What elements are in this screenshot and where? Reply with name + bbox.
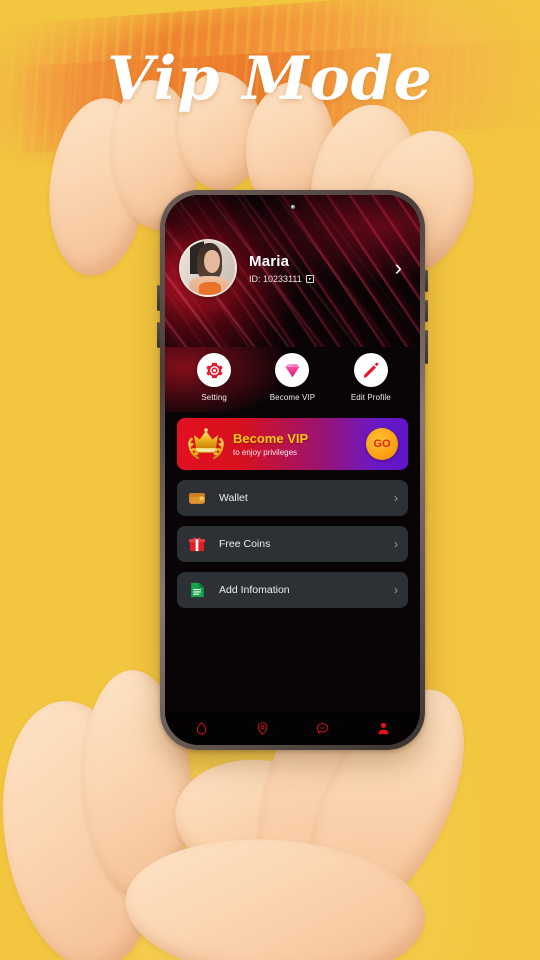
- vip-banner-wrapper: Become VIP to enjoy privileges GO: [165, 412, 420, 470]
- profile-row[interactable]: Maria ID: 10233111 ›: [165, 239, 420, 297]
- phone-screen: Maria ID: 10233111 › Setting Become VIP …: [165, 195, 420, 745]
- action-become-vip-label: Become VIP: [269, 393, 316, 402]
- nav-item-messages[interactable]: [301, 721, 345, 736]
- become-vip-icon-circle: [275, 353, 310, 387]
- action-edit-profile[interactable]: Edit Profile: [338, 353, 404, 402]
- chat-bubble-icon: [317, 722, 329, 733]
- diamond-heart-icon: [285, 363, 300, 377]
- crown-laurel-icon: [185, 424, 227, 464]
- profile-header: Maria ID: 10233111 ›: [165, 195, 420, 347]
- menu-item-free-coins[interactable]: Free Coins ›: [177, 526, 408, 562]
- chevron-right-icon: ›: [394, 583, 398, 597]
- menu-item-wallet[interactable]: Wallet ›: [177, 480, 408, 516]
- menu-list: Wallet › Free Coins › Add Infomation ›: [165, 470, 420, 618]
- volume-down-button[interactable]: [157, 322, 160, 348]
- profile-id-row[interactable]: ID: 10233111: [249, 274, 395, 284]
- phone-mockup: Maria ID: 10233111 › Setting Become VIP …: [157, 190, 428, 750]
- action-setting[interactable]: Setting: [181, 353, 247, 402]
- vip-banner-subtitle: to enjoy privileges: [233, 448, 298, 457]
- side-button-1[interactable]: [425, 270, 428, 292]
- menu-item-wallet-label: Wallet: [219, 492, 248, 504]
- flame-icon: [196, 721, 207, 735]
- menu-item-add-information[interactable]: Add Infomation ›: [177, 572, 408, 608]
- volume-up-button[interactable]: [157, 285, 160, 311]
- pencil-icon: [364, 362, 379, 378]
- quick-actions: Setting Become VIP Edit Profile: [165, 347, 420, 412]
- gear-icon: [206, 362, 223, 378]
- chevron-right-icon: ›: [394, 537, 398, 551]
- action-become-vip[interactable]: Become VIP: [259, 353, 325, 402]
- nav-item-profile[interactable]: [362, 721, 406, 736]
- menu-item-free-coins-label: Free Coins: [219, 538, 271, 550]
- front-camera-icon: [289, 204, 296, 210]
- action-edit-profile-label: Edit Profile: [350, 393, 391, 402]
- vip-banner-text: Become VIP to enjoy privileges: [233, 431, 366, 457]
- avatar[interactable]: [179, 239, 237, 297]
- profile-name-block: Maria ID: 10233111: [249, 253, 395, 284]
- action-setting-label: Setting: [201, 393, 227, 402]
- profile-name: Maria: [249, 252, 290, 270]
- page-title: Vip Mode: [107, 44, 433, 114]
- vip-banner[interactable]: Become VIP to enjoy privileges GO: [177, 418, 408, 470]
- edit-profile-icon-circle: [353, 353, 388, 387]
- profile-chevron-right-icon[interactable]: ›: [395, 257, 406, 279]
- nav-item-nearby[interactable]: [240, 721, 284, 736]
- bottom-navigation: [165, 711, 420, 745]
- side-button-2[interactable]: [425, 300, 428, 322]
- copy-icon[interactable]: [305, 274, 314, 283]
- vip-banner-title: Become VIP: [233, 431, 309, 446]
- power-button[interactable]: [425, 330, 428, 364]
- profile-id-text: ID: 10233111: [249, 273, 302, 284]
- screen-filler: [165, 618, 420, 711]
- wallet-icon: [187, 488, 207, 508]
- location-pin-icon: [257, 721, 268, 735]
- person-icon: [378, 722, 389, 734]
- menu-item-add-information-label: Add Infomation: [219, 584, 290, 596]
- setting-icon-circle: [197, 353, 232, 387]
- chevron-right-icon: ›: [394, 491, 398, 505]
- vip-go-button[interactable]: GO: [366, 428, 398, 460]
- gift-icon: [187, 534, 207, 554]
- document-icon: [187, 580, 207, 600]
- nav-item-flame[interactable]: [179, 721, 223, 736]
